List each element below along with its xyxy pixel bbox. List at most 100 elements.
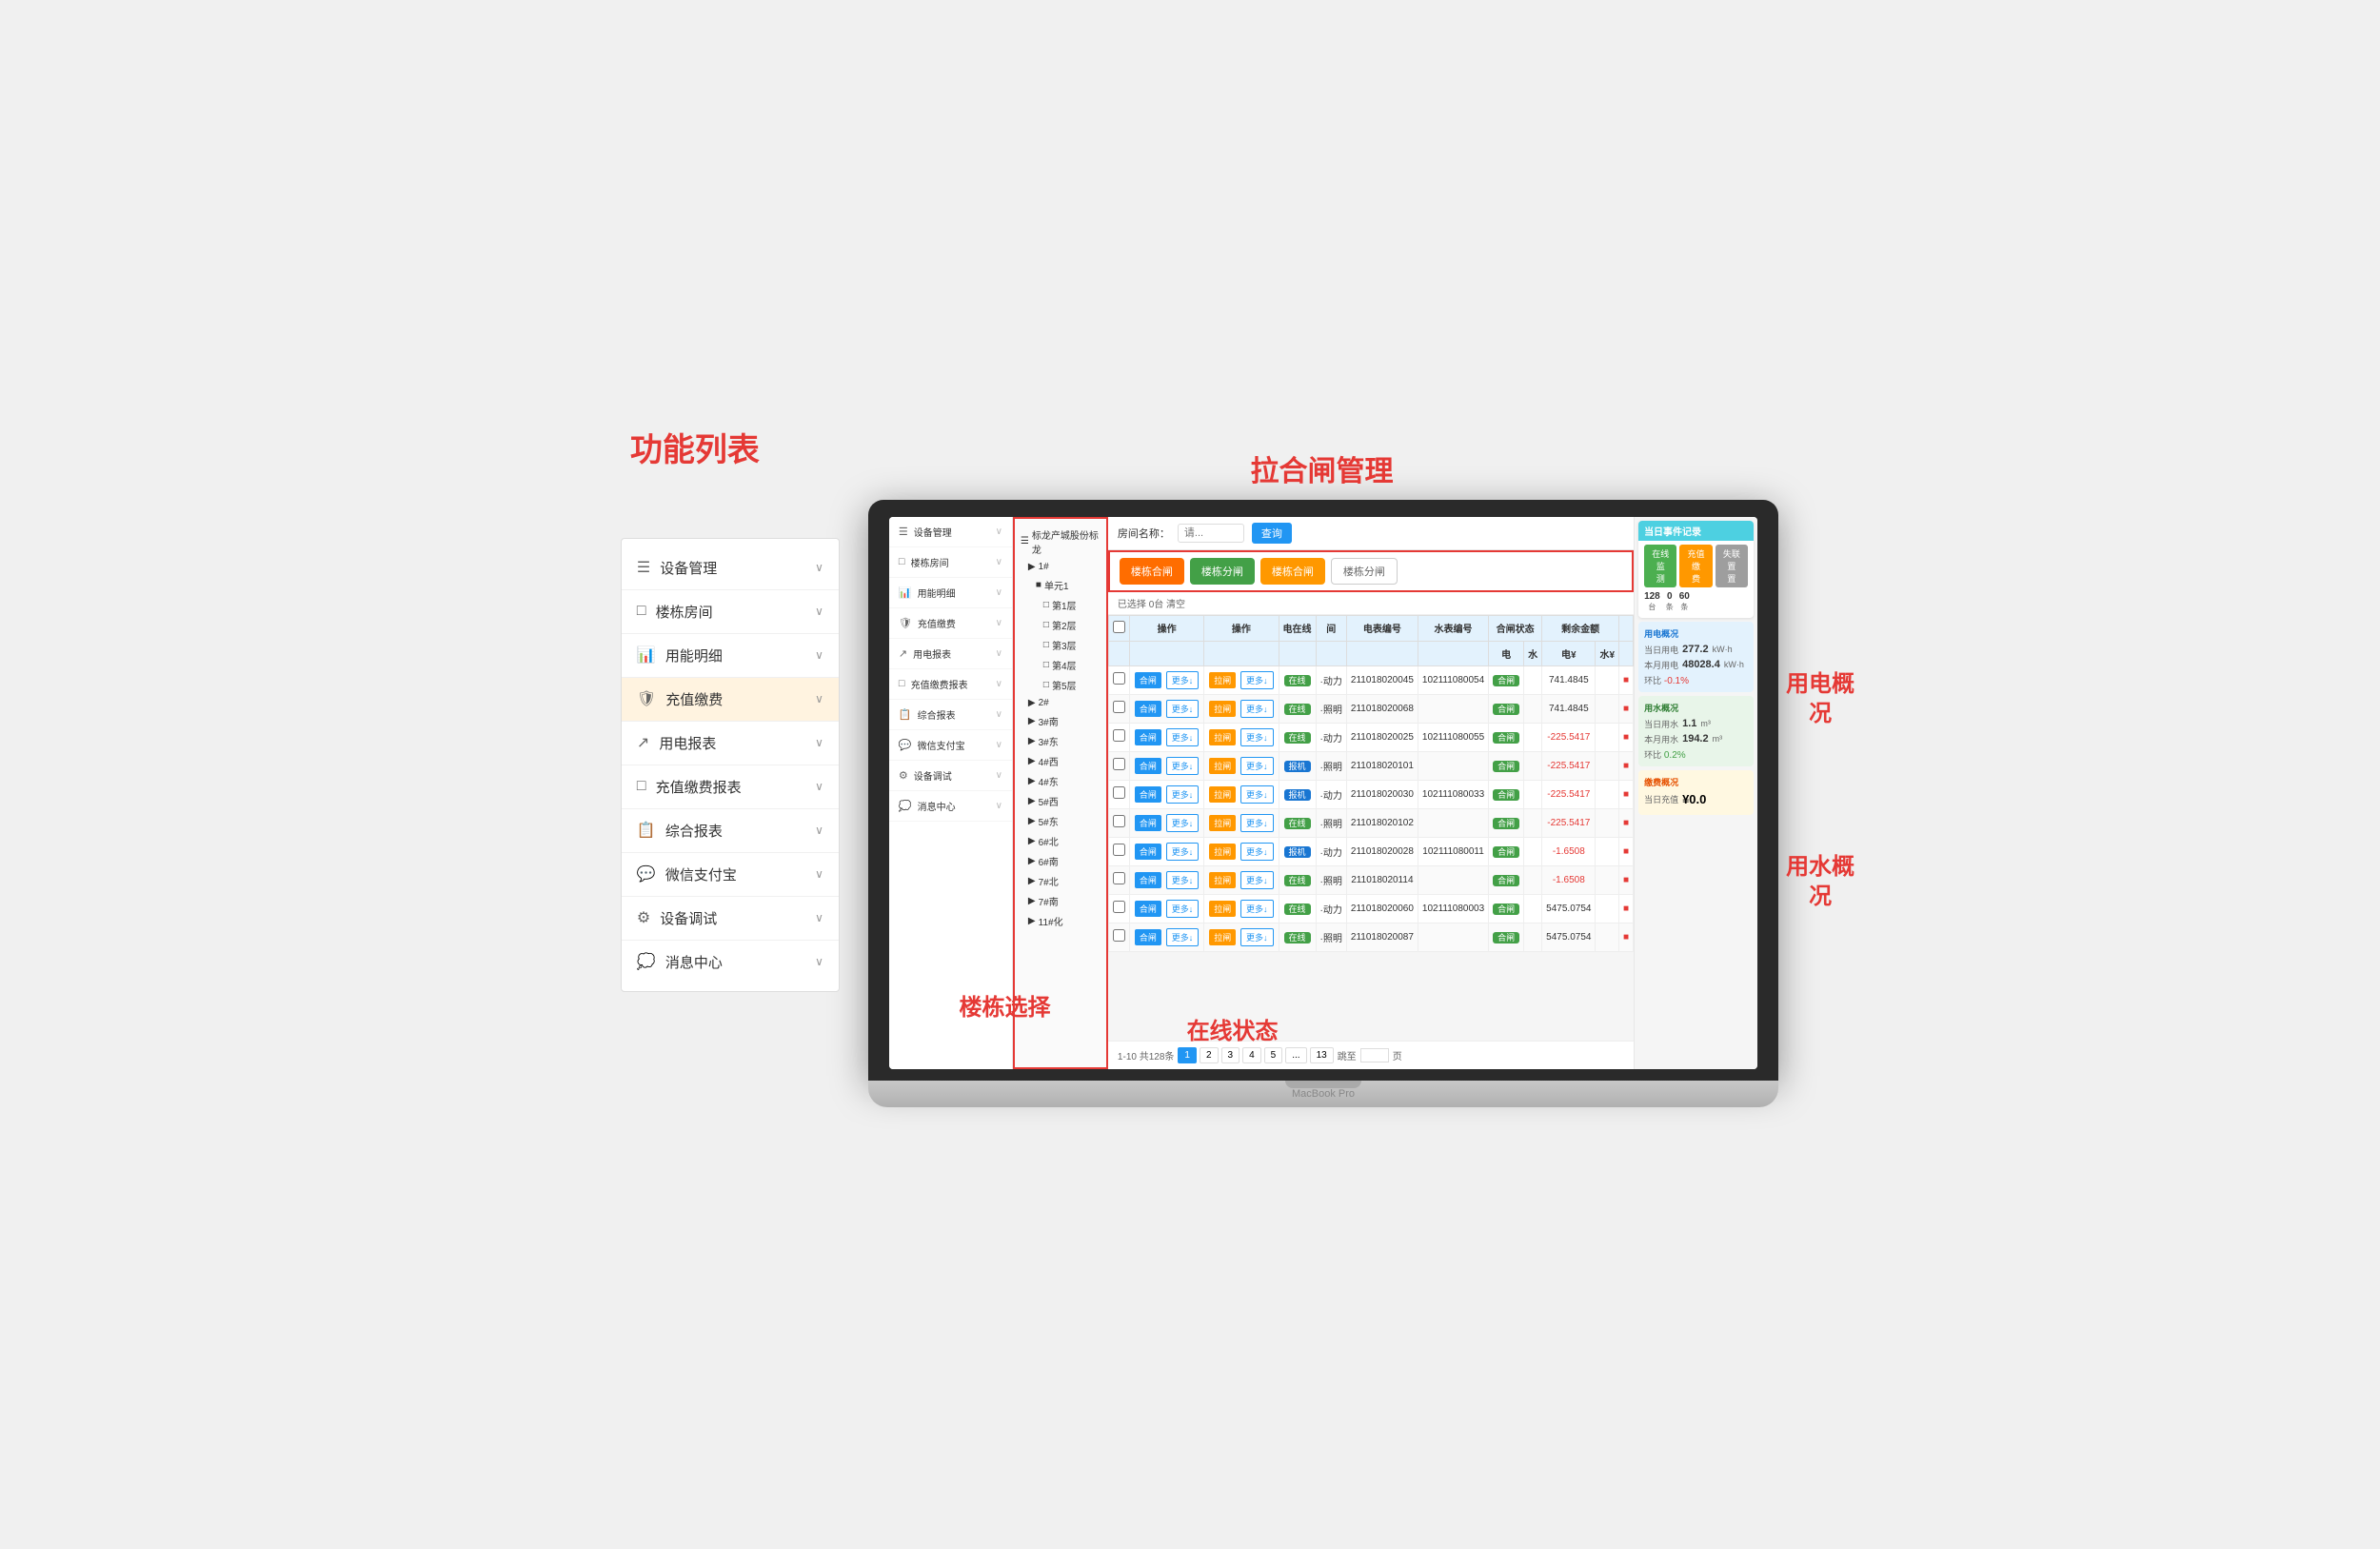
search-button[interactable]: 查询 (1252, 523, 1292, 544)
btn-close-0[interactable]: 合闸 (1135, 672, 1161, 688)
btn-more1-6[interactable]: 更多↓ (1166, 843, 1200, 861)
row-check-6[interactable] (1113, 844, 1125, 856)
btn-more1-1[interactable]: 更多↓ (1166, 700, 1200, 718)
select-all-checkbox[interactable] (1113, 621, 1125, 633)
btn-more2-0[interactable]: 更多↓ (1240, 671, 1274, 689)
tree-item-16[interactable]: ▶6#南 (1019, 851, 1102, 871)
app-sidebar-item-6[interactable]: 📋综合报表∨ (889, 700, 1012, 730)
row-checkbox-3[interactable] (1108, 751, 1129, 780)
btn-more2-2[interactable]: 更多↓ (1240, 728, 1274, 746)
tree-item-7[interactable]: □第5层 (1019, 675, 1102, 695)
btn-close-2[interactable]: 合闸 (1135, 729, 1161, 745)
row-checkbox-8[interactable] (1108, 894, 1129, 923)
sidebar-item-5[interactable]: □充值缴费报表∨ (622, 765, 839, 809)
row-check-7[interactable] (1113, 872, 1125, 884)
btn-more1-4[interactable]: 更多↓ (1166, 785, 1200, 804)
btn-close-7[interactable]: 合闸 (1135, 872, 1161, 888)
row-check-2[interactable] (1113, 729, 1125, 742)
btn-more2-9[interactable]: 更多↓ (1240, 928, 1274, 946)
btn-close-8[interactable]: 合闸 (1135, 901, 1161, 917)
btn-more1-7[interactable]: 更多↓ (1166, 871, 1200, 889)
page-btn-2[interactable]: 3 (1221, 1047, 1240, 1063)
row-checkbox-9[interactable] (1108, 923, 1129, 951)
btn-more1-0[interactable]: 更多↓ (1166, 671, 1200, 689)
btn-more2-7[interactable]: 更多↓ (1240, 871, 1274, 889)
sidebar-item-9[interactable]: 💭消息中心∨ (622, 941, 839, 983)
tree-item-3[interactable]: □第1层 (1019, 595, 1102, 615)
row-checkbox-7[interactable] (1108, 865, 1129, 894)
btn-more1-3[interactable]: 更多↓ (1166, 757, 1200, 775)
row-checkbox-1[interactable] (1108, 694, 1129, 723)
gate-btn-0[interactable]: 楼栋合闸 (1120, 558, 1184, 585)
search-input[interactable] (1178, 524, 1244, 543)
tree-item-5[interactable]: □第3层 (1019, 635, 1102, 655)
app-sidebar-item-1[interactable]: □楼栋房间∨ (889, 547, 1012, 578)
btn-more1-5[interactable]: 更多↓ (1166, 814, 1200, 832)
btn-more2-8[interactable]: 更多↓ (1240, 900, 1274, 918)
tree-item-9[interactable]: ▶3#南 (1019, 711, 1102, 731)
btn-pull-5[interactable]: 拉闸 (1209, 815, 1236, 831)
tree-item-19[interactable]: ▶11#化 (1019, 911, 1102, 931)
app-sidebar-item-5[interactable]: □充值缴费报表∨ (889, 669, 1012, 700)
app-sidebar-item-4[interactable]: ↗用电报表∨ (889, 639, 1012, 669)
th-checkbox[interactable] (1108, 615, 1129, 641)
row-check-8[interactable] (1113, 901, 1125, 913)
app-sidebar-item-2[interactable]: 📊用能明细∨ (889, 578, 1012, 608)
tree-item-17[interactable]: ▶7#北 (1019, 871, 1102, 891)
sidebar-item-0[interactable]: ☰设备管理∨ (622, 546, 839, 590)
btn-more1-2[interactable]: 更多↓ (1166, 728, 1200, 746)
app-sidebar-item-9[interactable]: 💭消息中心∨ (889, 791, 1012, 822)
tree-item-0[interactable]: ☰标龙产城股份标龙 (1019, 525, 1102, 559)
tree-item-12[interactable]: ▶4#东 (1019, 771, 1102, 791)
tree-item-14[interactable]: ▶5#东 (1019, 811, 1102, 831)
row-checkbox-0[interactable] (1108, 665, 1129, 694)
row-checkbox-2[interactable] (1108, 723, 1129, 751)
btn-pull-3[interactable]: 拉闸 (1209, 758, 1236, 774)
btn-close-6[interactable]: 合闸 (1135, 844, 1161, 860)
gate-btn-3[interactable]: 楼栋分闸 (1331, 558, 1398, 585)
page-btn-6[interactable]: 13 (1310, 1047, 1334, 1063)
sidebar-item-4[interactable]: ↗用电报表∨ (622, 722, 839, 765)
app-sidebar-item-7[interactable]: 💬微信支付宝∨ (889, 730, 1012, 761)
btn-more1-9[interactable]: 更多↓ (1166, 928, 1200, 946)
sidebar-item-3[interactable]: 🛡充值缴费∨ (622, 678, 839, 722)
btn-more2-1[interactable]: 更多↓ (1240, 700, 1274, 718)
row-check-9[interactable] (1113, 929, 1125, 942)
btn-pull-0[interactable]: 拉闸 (1209, 672, 1236, 688)
btn-close-5[interactable]: 合闸 (1135, 815, 1161, 831)
row-check-5[interactable] (1113, 815, 1125, 827)
btn-pull-7[interactable]: 拉闸 (1209, 872, 1236, 888)
tree-item-10[interactable]: ▶3#东 (1019, 731, 1102, 751)
sidebar-item-8[interactable]: ⚙设备调试∨ (622, 897, 839, 941)
btn-more2-4[interactable]: 更多↓ (1240, 785, 1274, 804)
btn-pull-9[interactable]: 拉闸 (1209, 929, 1236, 945)
gate-btn-1[interactable]: 楼栋分闸 (1190, 558, 1255, 585)
row-checkbox-6[interactable] (1108, 837, 1129, 865)
sidebar-item-7[interactable]: 💬微信支付宝∨ (622, 853, 839, 897)
tree-item-8[interactable]: ▶2# (1019, 695, 1102, 711)
row-check-1[interactable] (1113, 701, 1125, 713)
sidebar-item-6[interactable]: 📋综合报表∨ (622, 809, 839, 853)
tree-item-2[interactable]: ■单元1 (1019, 575, 1102, 595)
page-btn-5[interactable]: ... (1285, 1047, 1306, 1063)
row-check-3[interactable] (1113, 758, 1125, 770)
btn-more2-6[interactable]: 更多↓ (1240, 843, 1274, 861)
page-btn-0[interactable]: 1 (1178, 1047, 1197, 1063)
btn-close-9[interactable]: 合闸 (1135, 929, 1161, 945)
tree-item-18[interactable]: ▶7#南 (1019, 891, 1102, 911)
btn-pull-6[interactable]: 拉闸 (1209, 844, 1236, 860)
btn-more2-3[interactable]: 更多↓ (1240, 757, 1274, 775)
gate-btn-2[interactable]: 楼栋合闸 (1260, 558, 1325, 585)
btn-close-1[interactable]: 合闸 (1135, 701, 1161, 717)
btn-close-3[interactable]: 合闸 (1135, 758, 1161, 774)
app-sidebar-item-3[interactable]: 🛡充值缴费∨ (889, 608, 1012, 639)
app-sidebar-item-8[interactable]: ⚙设备调试∨ (889, 761, 1012, 791)
tree-item-13[interactable]: ▶5#西 (1019, 791, 1102, 811)
btn-pull-1[interactable]: 拉闸 (1209, 701, 1236, 717)
row-check-4[interactable] (1113, 786, 1125, 799)
tree-item-11[interactable]: ▶4#西 (1019, 751, 1102, 771)
btn-pull-4[interactable]: 拉闸 (1209, 786, 1236, 803)
tree-item-6[interactable]: □第4层 (1019, 655, 1102, 675)
app-sidebar-item-0[interactable]: ☰设备管理∨ (889, 517, 1012, 547)
btn-close-4[interactable]: 合闸 (1135, 786, 1161, 803)
